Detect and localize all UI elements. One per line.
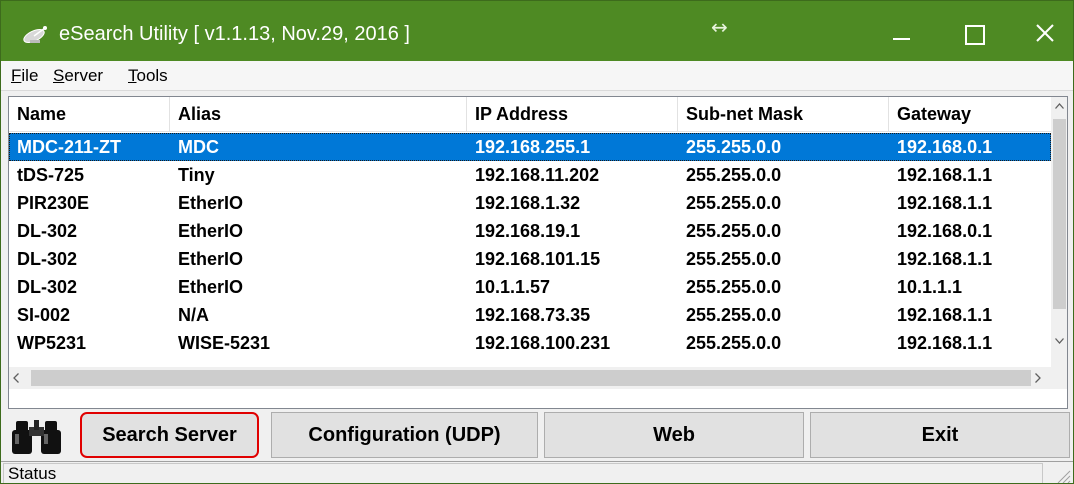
column-header-alias[interactable]: Alias xyxy=(170,97,467,132)
esearch-window: eSearch Utility [ v1.1.13, Nov.29, 2016 … xyxy=(0,0,1074,484)
cell-subnet-mask: 255.255.0.0 xyxy=(686,165,782,185)
cell-name: MDC-211-ZT xyxy=(17,137,122,157)
server-list[interactable]: Name Alias IP Address Sub-net Mask Gatew… xyxy=(8,96,1068,409)
cell-name: PIR230E xyxy=(17,193,90,213)
cell-name: DL-302 xyxy=(17,249,78,269)
cell-gateway: 192.168.1.1 xyxy=(897,165,993,185)
satellite-dish-icon xyxy=(23,26,47,43)
table-row[interactable]: DL-302 EtherIO 192.168.19.1 255.255.0.0 192.… xyxy=(9,217,1051,245)
table-row[interactable]: WP5231 WISE-5231 192.168.100.231 255.255.0.… xyxy=(9,329,1051,357)
scroll-right-button[interactable] xyxy=(1031,367,1051,389)
cell-name: SI-002 xyxy=(17,305,71,325)
vertical-scrollbar[interactable] xyxy=(1051,97,1067,367)
chevron-down-icon xyxy=(1055,338,1064,344)
cell-gateway: 192.168.1.1 xyxy=(897,193,993,213)
close-button[interactable] xyxy=(1009,1,1073,61)
table-row[interactable]: tDS-725 Tiny 192.168.11.202 255.255.0.0 192.… xyxy=(9,161,1051,189)
vertical-scroll-thumb[interactable] xyxy=(1053,119,1066,309)
cell-ip-address: 192.168.1.32 xyxy=(475,193,581,213)
cell-alias: EtherIO xyxy=(178,221,244,241)
cell-subnet-mask: 255.255.0.0 xyxy=(686,333,782,353)
title-bar[interactable]: eSearch Utility [ v1.1.13, Nov.29, 2016 … xyxy=(1,1,1073,61)
cell-subnet-mask: 255.255.0.0 xyxy=(686,249,782,269)
cell-alias: Tiny xyxy=(178,165,215,185)
cell-gateway: 192.168.0.1 xyxy=(897,221,993,241)
search-server-button[interactable]: Search Server xyxy=(80,412,259,458)
scroll-down-button[interactable] xyxy=(1051,332,1067,352)
cell-ip-address: 192.168.19.1 xyxy=(475,221,581,241)
column-header-gateway[interactable]: Gateway xyxy=(889,97,1051,132)
close-icon xyxy=(1036,24,1054,42)
status-bar: Status xyxy=(1,461,1073,484)
scroll-up-button[interactable] xyxy=(1051,97,1067,117)
menu-bar: File Server Tools xyxy=(1,61,1073,91)
cell-ip-address: 192.168.11.202 xyxy=(475,165,600,185)
cell-gateway: 192.168.1.1 xyxy=(897,305,993,325)
chevron-left-icon xyxy=(13,373,19,383)
column-header-ip-address[interactable]: IP Address xyxy=(467,97,678,132)
cell-gateway: 192.168.0.1 xyxy=(897,137,993,157)
cell-subnet-mask: 255.255.0.0 xyxy=(686,193,782,213)
table-row[interactable]: DL-302 EtherIO 192.168.101.15 255.255.0.0 19… xyxy=(9,245,1051,273)
cell-alias: EtherIO xyxy=(178,193,244,213)
binoculars-icon xyxy=(12,420,61,454)
resize-grip-icon[interactable] xyxy=(1053,466,1071,484)
cell-name: DL-302 xyxy=(17,221,78,241)
menu-server[interactable]: Server xyxy=(53,65,103,87)
cell-subnet-mask: 255.255.0.0 xyxy=(686,137,782,157)
cell-gateway: 10.1.1.1 xyxy=(897,277,963,297)
cell-ip-address: 10.1.1.57 xyxy=(475,277,551,297)
minimize-button[interactable] xyxy=(865,1,937,61)
cell-ip-address: 192.168.73.35 xyxy=(475,305,591,325)
cell-ip-address: 192.168.255.1 xyxy=(475,137,591,157)
cell-alias: EtherIO xyxy=(178,249,244,269)
scroll-left-button[interactable] xyxy=(9,367,29,389)
horizontal-scrollbar[interactable] xyxy=(9,367,1067,389)
cell-subnet-mask: 255.255.0.0 xyxy=(686,305,782,325)
cell-alias: WISE-5231 xyxy=(178,333,271,353)
menu-tools[interactable]: Tools xyxy=(128,65,168,87)
menu-file[interactable]: File xyxy=(11,65,38,87)
cell-alias: EtherIO xyxy=(178,277,244,297)
maximize-button[interactable] xyxy=(937,1,1009,61)
cell-ip-address: 192.168.101.15 xyxy=(475,249,601,269)
table-row[interactable]: PIR230E EtherIO 192.168.1.32 255.255.0.0 192… xyxy=(9,189,1051,217)
status-text: Status xyxy=(3,463,1043,483)
configuration-udp-button[interactable]: Configuration (UDP) xyxy=(271,412,538,458)
table-row[interactable]: MDC-211-ZT MDC 192.168.255.1 255.255.0.0 192… xyxy=(9,133,1051,161)
cell-gateway: 192.168.1.1 xyxy=(897,249,993,269)
cell-name: tDS-725 xyxy=(17,165,85,185)
cell-alias: N/A xyxy=(178,305,209,325)
chevron-right-icon xyxy=(1035,373,1041,383)
list-body: MDC-211-ZT MDC 192.168.255.1 255.255.0.0 192… xyxy=(9,133,1051,361)
window-title: eSearch Utility [ v1.1.13, Nov.29, 2016 … xyxy=(59,23,410,45)
web-button[interactable]: Web xyxy=(544,412,804,458)
table-row[interactable]: DL-302 EtherIO 10.1.1.57 255.255.0.0 10.1.1.… xyxy=(9,273,1051,301)
table-row[interactable]: SI-002 N/A 192.168.73.35 255.255.0.0 192.168… xyxy=(9,301,1051,329)
cell-name: DL-302 xyxy=(17,277,78,297)
horizontal-scroll-thumb[interactable] xyxy=(31,370,1031,386)
list-header: Name Alias IP Address Sub-net Mask Gatew… xyxy=(9,97,1051,132)
cell-ip-address: 192.168.100.231 xyxy=(475,333,611,353)
cell-subnet-mask: 255.255.0.0 xyxy=(686,221,782,241)
resize-arrows-icon: ↔ xyxy=(711,15,728,39)
cell-gateway: 192.168.1.1 xyxy=(897,333,993,353)
column-header-subnet-mask[interactable]: Sub-net Mask xyxy=(678,97,889,132)
chevron-up-icon xyxy=(1055,103,1064,109)
cell-subnet-mask: 255.255.0.0 xyxy=(686,277,782,297)
column-header-name[interactable]: Name xyxy=(9,97,170,132)
cell-name: WP5231 xyxy=(17,333,87,353)
exit-button[interactable]: Exit xyxy=(810,412,1070,458)
cell-alias: MDC xyxy=(178,137,219,157)
